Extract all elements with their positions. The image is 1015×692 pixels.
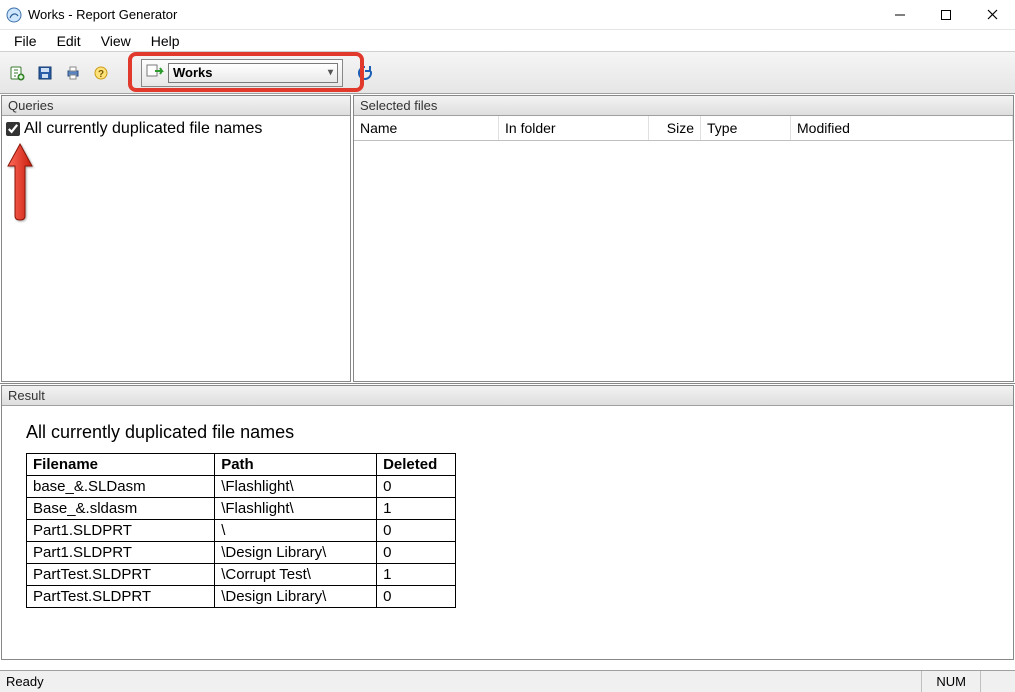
- cell-deleted: 1: [377, 564, 456, 586]
- result-panel-header: Result: [2, 386, 1013, 406]
- cell-deleted: 0: [377, 476, 456, 498]
- window-controls: [877, 0, 1015, 30]
- menu-edit[interactable]: Edit: [47, 30, 91, 51]
- cell-path: \: [215, 520, 377, 542]
- save-button[interactable]: [32, 60, 58, 86]
- vault-combo-label: Works: [173, 65, 213, 80]
- cell-deleted: 1: [377, 498, 456, 520]
- cell-path: \Design Library\: [215, 542, 377, 564]
- statusbar: Ready NUM: [0, 670, 1015, 692]
- table-row: Base_&.sldasm\Flashlight\1: [27, 498, 456, 520]
- chevron-down-icon: ▾: [328, 67, 333, 78]
- new-report-button[interactable]: [4, 60, 30, 86]
- queries-panel-header: Queries: [2, 96, 350, 116]
- result-table: Filename Path Deleted base_&.SLDasm\Flas…: [26, 453, 456, 608]
- query-item[interactable]: All currently duplicated file names: [4, 120, 348, 138]
- result-col-deleted: Deleted: [377, 454, 456, 476]
- cell-deleted: 0: [377, 520, 456, 542]
- files-body: [354, 141, 1013, 381]
- titlebar: Works - Report Generator: [0, 0, 1015, 30]
- app-icon: [6, 7, 22, 23]
- result-body: All currently duplicated file names File…: [2, 406, 1013, 659]
- menu-help[interactable]: Help: [141, 30, 190, 51]
- cell-path: \Flashlight\: [215, 498, 377, 520]
- cell-filename: Base_&.sldasm: [27, 498, 215, 520]
- result-header-row: Filename Path Deleted: [27, 454, 456, 476]
- status-num: NUM: [921, 671, 980, 692]
- selected-files-panel: Selected files Name In folder Size Type …: [353, 95, 1014, 382]
- menu-view[interactable]: View: [91, 30, 141, 51]
- vault-selector-group: Works ▾: [141, 59, 343, 87]
- refresh-button[interactable]: [352, 60, 378, 86]
- menubar: File Edit View Help: [0, 30, 1015, 52]
- window-title: Works - Report Generator: [28, 7, 177, 22]
- cell-path: \Flashlight\: [215, 476, 377, 498]
- table-row: Part1.SLDPRT\Design Library\0: [27, 542, 456, 564]
- queries-panel: Queries All currently duplicated file na…: [1, 95, 351, 382]
- result-col-path: Path: [215, 454, 377, 476]
- cell-deleted: 0: [377, 586, 456, 608]
- column-folder[interactable]: In folder: [499, 116, 649, 140]
- print-button[interactable]: [60, 60, 86, 86]
- cell-filename: PartTest.SLDPRT: [27, 586, 215, 608]
- vault-combo[interactable]: Works ▾: [168, 63, 338, 83]
- toolbar: ? Works ▾: [0, 52, 1015, 94]
- status-ready: Ready: [6, 674, 921, 689]
- files-columns-row: Name In folder Size Type Modified: [354, 116, 1013, 141]
- column-type[interactable]: Type: [701, 116, 791, 140]
- help-button[interactable]: ?: [88, 60, 114, 86]
- table-row: PartTest.SLDPRT\Design Library\0: [27, 586, 456, 608]
- svg-text:?: ?: [98, 69, 104, 80]
- selected-files-header: Selected files: [354, 96, 1013, 116]
- table-row: PartTest.SLDPRT\Corrupt Test\1: [27, 564, 456, 586]
- table-row: Part1.SLDPRT\0: [27, 520, 456, 542]
- menu-file[interactable]: File: [4, 30, 47, 51]
- cell-filename: base_&.SLDasm: [27, 476, 215, 498]
- cell-path: \Corrupt Test\: [215, 564, 377, 586]
- column-name[interactable]: Name: [354, 116, 499, 140]
- query-label: All currently duplicated file names: [24, 120, 262, 138]
- table-row: base_&.SLDasm\Flashlight\0: [27, 476, 456, 498]
- close-button[interactable]: [969, 0, 1015, 30]
- status-grip: [980, 671, 1009, 692]
- column-modified[interactable]: Modified: [791, 116, 1013, 140]
- cell-filename: Part1.SLDPRT: [27, 542, 215, 564]
- top-split: Queries All currently duplicated file na…: [0, 94, 1015, 384]
- column-size[interactable]: Size: [649, 116, 701, 140]
- queries-list: All currently duplicated file names: [2, 116, 350, 381]
- minimize-button[interactable]: [877, 0, 923, 30]
- cell-deleted: 0: [377, 542, 456, 564]
- cell-filename: PartTest.SLDPRT: [27, 564, 215, 586]
- cell-filename: Part1.SLDPRT: [27, 520, 215, 542]
- result-panel: Result All currently duplicated file nam…: [1, 385, 1014, 660]
- result-col-filename: Filename: [27, 454, 215, 476]
- maximize-button[interactable]: [923, 0, 969, 30]
- result-heading: All currently duplicated file names: [26, 422, 989, 443]
- vault-run-icon[interactable]: [146, 62, 164, 83]
- cell-path: \Design Library\: [215, 586, 377, 608]
- query-checkbox[interactable]: [6, 122, 20, 136]
